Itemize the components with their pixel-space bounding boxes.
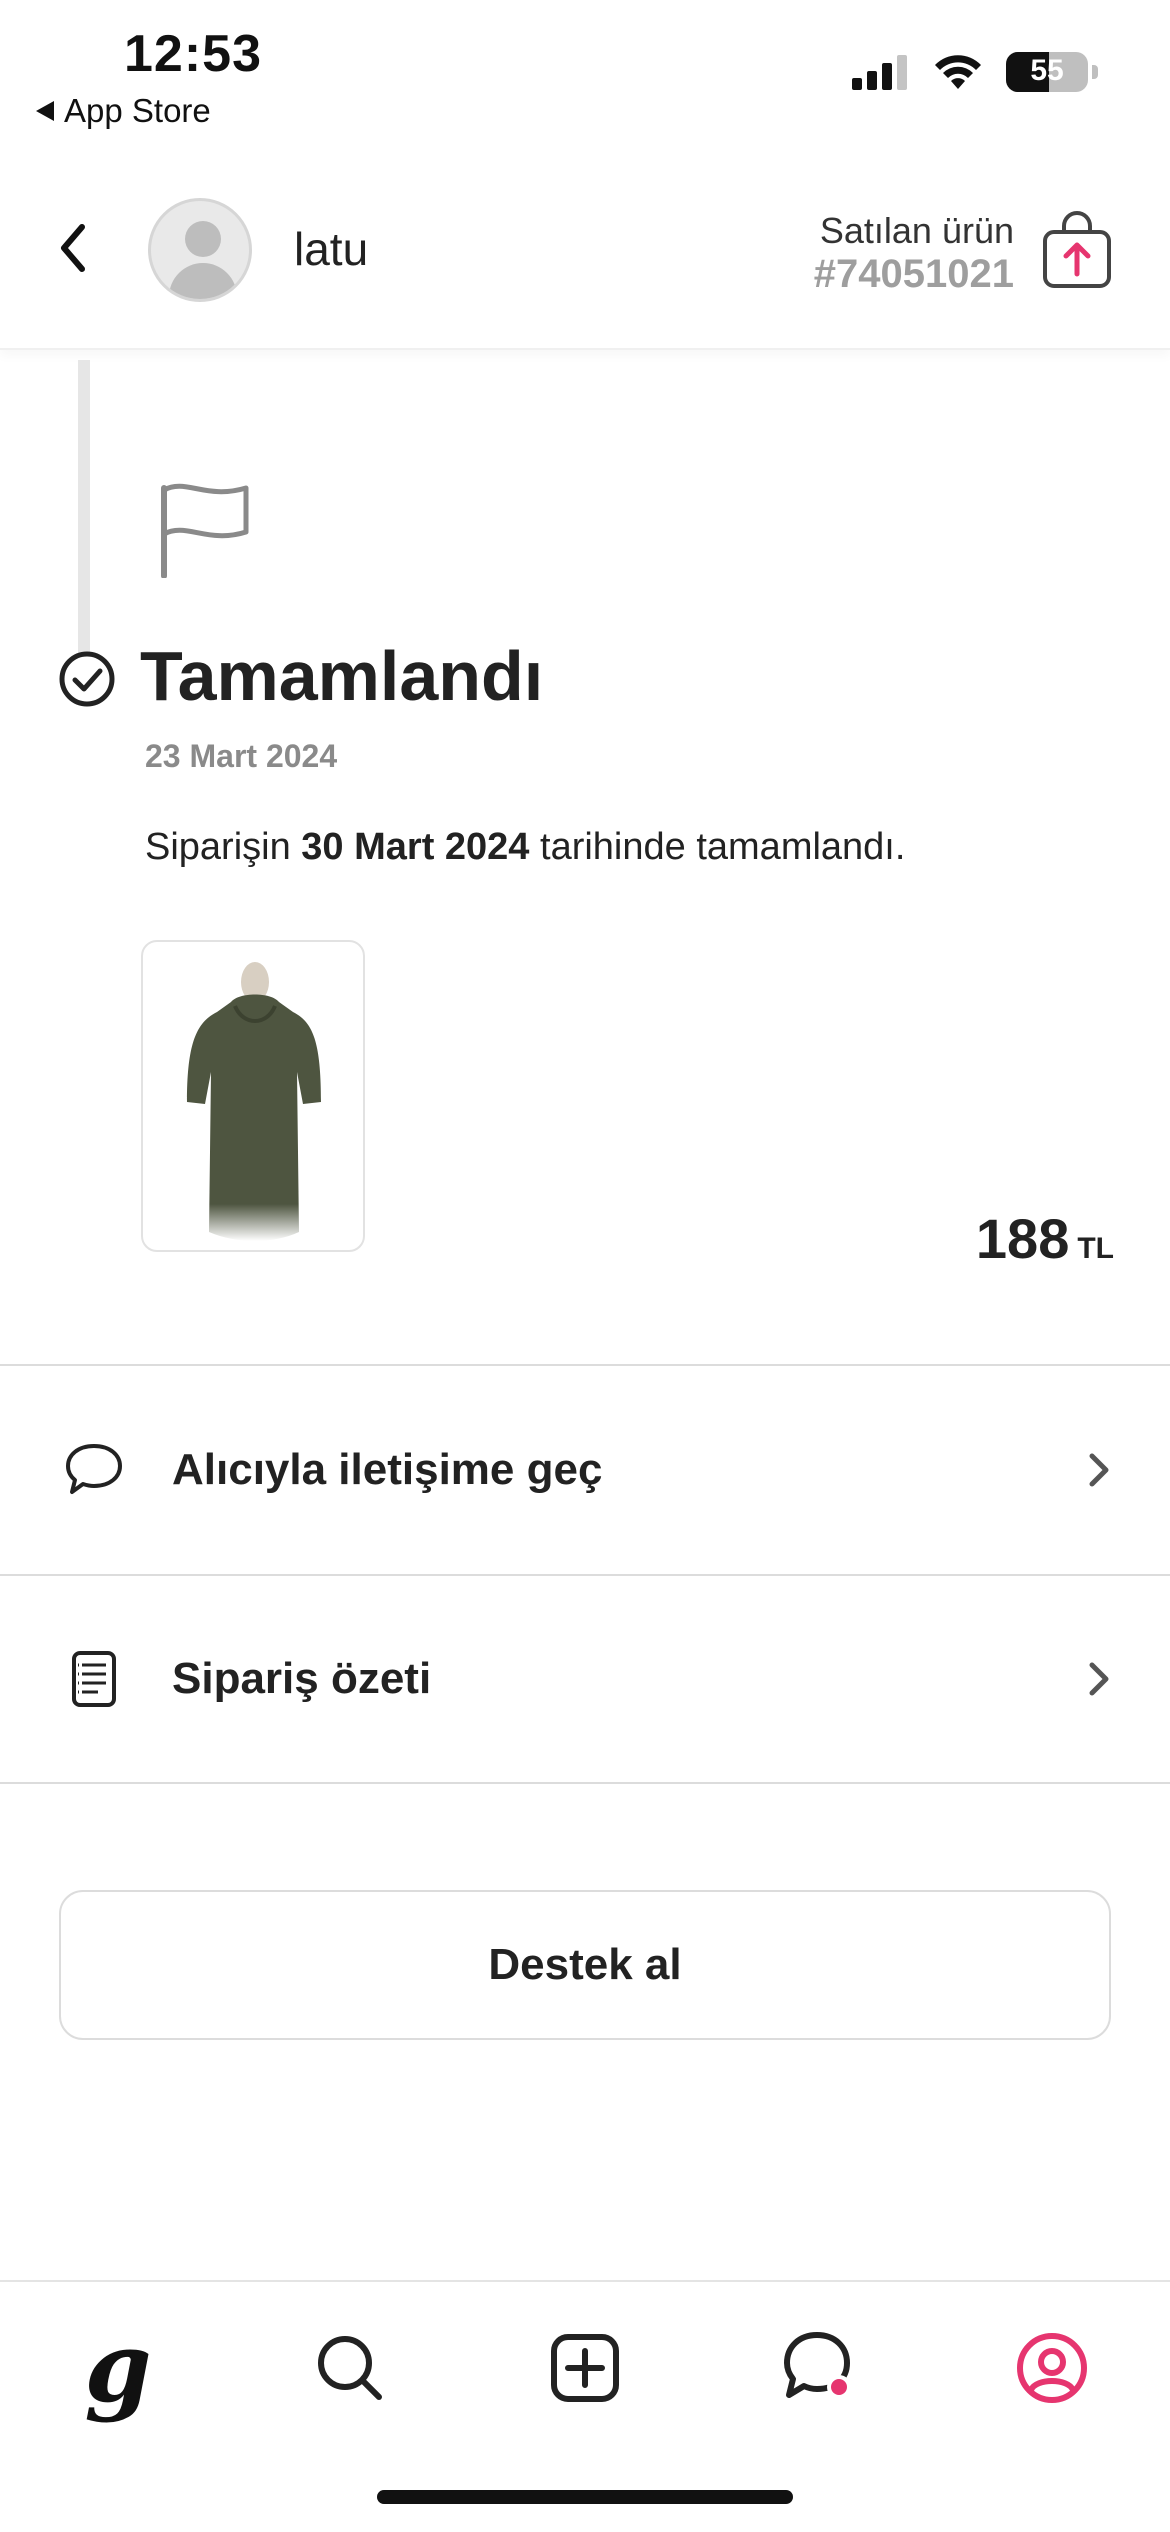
receipt-icon <box>62 1647 126 1711</box>
back-triangle-icon <box>36 101 54 121</box>
header: latu Satılan ürün #74051021 <box>0 170 1170 350</box>
product-image[interactable] <box>141 940 365 1252</box>
battery-level: 55 <box>1030 54 1064 87</box>
chevron-left-icon <box>61 224 85 272</box>
status-time: 12:53 <box>124 25 262 83</box>
home-indicator <box>377 2490 793 2504</box>
status-bar: 12:53 App Store 55 <box>0 0 1170 140</box>
order-summary-label: Sipariş özeti <box>172 1654 432 1703</box>
timeline-line <box>78 360 90 660</box>
desc-prefix: Siparişin <box>145 826 302 868</box>
chevron-right-icon <box>1089 1662 1109 1696</box>
flag-icon <box>161 483 249 578</box>
chat-bubble-icon <box>62 1438 126 1502</box>
username[interactable]: latu <box>294 222 368 276</box>
tab-messages[interactable] <box>768 2318 868 2418</box>
tab-home[interactable]: g <box>68 2318 168 2418</box>
system-icons: 55 <box>852 52 1098 92</box>
desc-date: 30 Mart 2024 <box>301 826 530 868</box>
dress-image <box>187 962 321 1241</box>
price-currency: TL <box>1077 1232 1114 1265</box>
tab-search[interactable] <box>300 2318 400 2418</box>
contact-buyer-label: Alıcıyla iletişime geç <box>172 1445 603 1494</box>
get-support-button[interactable]: Destek al <box>59 1890 1111 2040</box>
back-app-label: App Store <box>64 92 211 129</box>
battery-tip <box>1092 65 1098 79</box>
contact-buyer-row[interactable]: Alıcıyla iletişime geç <box>0 1364 1170 1574</box>
order-summary-row[interactable]: Sipariş özeti <box>0 1574 1170 1784</box>
wifi-icon <box>935 55 981 89</box>
desc-suffix: tarihinde tamamlandı. <box>529 826 906 868</box>
sold-item-id: #74051021 <box>813 252 1014 296</box>
sold-item-label: Satılan ürün <box>819 210 1014 251</box>
signal-icon <box>852 55 907 90</box>
battery-icon: 55 <box>1006 52 1088 92</box>
search-icon <box>318 2336 382 2400</box>
order-status-date: 23 Mart 2024 <box>145 738 338 774</box>
chevron-right-icon <box>1089 1453 1109 1487</box>
order-status-title: Tamamlandı <box>140 637 544 715</box>
price-value: 188 <box>975 1207 1070 1270</box>
check-circle-icon <box>59 651 115 707</box>
tab-sell[interactable] <box>535 2318 635 2418</box>
profile-icon <box>1017 2333 1087 2403</box>
back-to-app-store[interactable]: App Store <box>36 92 211 130</box>
chat-notification-icon <box>784 2332 851 2399</box>
shopping-bag-upload-icon[interactable] <box>1040 210 1114 290</box>
order-status-description: Siparişin 30 Mart 2024 tarihinde tamamla… <box>145 826 905 869</box>
back-button[interactable] <box>48 212 98 284</box>
brand-logo-icon: g <box>84 2311 152 2424</box>
tab-profile[interactable] <box>1002 2318 1102 2418</box>
price: 188 TL <box>976 1206 1114 1271</box>
avatar[interactable] <box>148 198 252 302</box>
add-square-icon <box>551 2334 619 2402</box>
